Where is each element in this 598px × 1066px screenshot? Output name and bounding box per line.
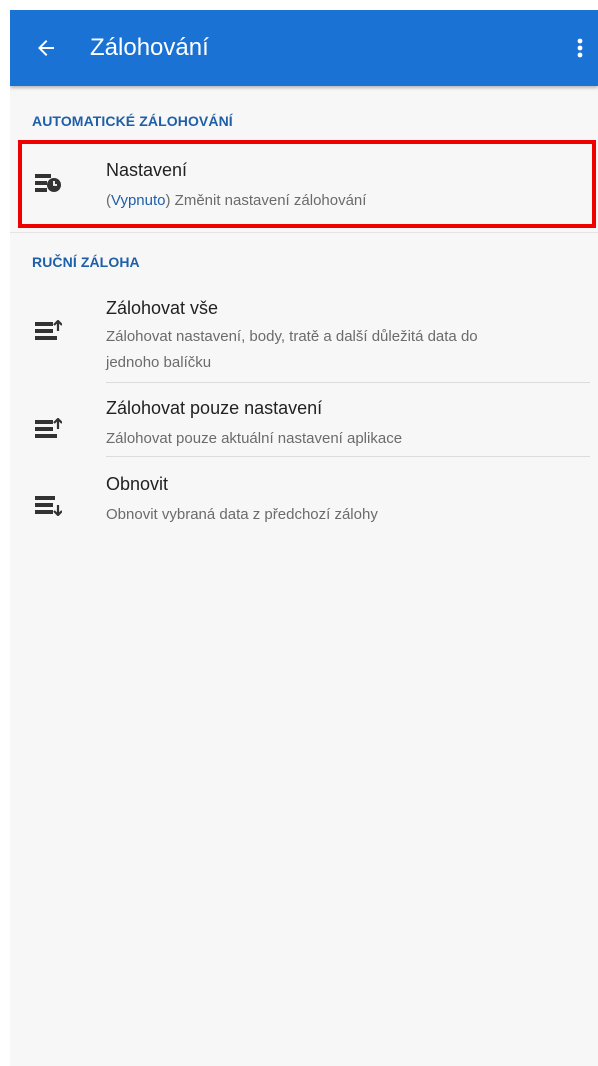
backup-all-title: Zálohovat vše xyxy=(106,298,219,318)
list-divider xyxy=(106,456,590,457)
backup-all-subtitle-line1: Zálohovat nastavení, body, tratě a další… xyxy=(106,328,478,345)
section-divider xyxy=(10,232,598,233)
backup-all-item[interactable]: Zálohovat vše Zálohovat nastavení, body,… xyxy=(10,292,598,382)
list-divider xyxy=(106,382,590,383)
backup-all-subtitle-line2: jednoho balíčku xyxy=(106,354,212,371)
backup-list-icon xyxy=(35,320,62,340)
restore-subtitle: Obnovit vybraná data z předchozí zálohy xyxy=(106,506,378,523)
section-header-auto-backup: AUTOMATICKÉ ZÁLOHOVÁNÍ xyxy=(32,113,233,129)
app-bar: Zálohování xyxy=(10,10,598,86)
restore-title: Obnovit xyxy=(106,474,169,494)
section-header-manual-backup: RUČNÍ ZÁLOHA xyxy=(32,254,140,270)
highlight-box xyxy=(18,140,596,228)
restore-list-icon xyxy=(35,496,62,516)
restore-item[interactable]: Obnovit Obnovit vybraná data z předchozí… xyxy=(10,472,598,534)
backup-settings-only-title: Zálohovat pouze nastavení xyxy=(106,398,323,418)
overflow-menu-button[interactable] xyxy=(566,32,594,64)
more-vert-icon xyxy=(577,38,583,58)
backup-settings-only-subtitle: Zálohovat pouze aktuální nastavení aplik… xyxy=(106,430,403,447)
arrow-back-icon xyxy=(38,40,54,56)
backup-list-icon xyxy=(35,418,62,438)
back-button[interactable] xyxy=(28,30,64,66)
page-title: Zálohování xyxy=(90,34,209,61)
backup-screen: Zálohování AUTOMATICKÉ ZÁLOHOVÁNÍ Nastav… xyxy=(10,10,598,1066)
backup-settings-only-item[interactable]: Zálohovat pouze nastavení Zálohovat pouz… xyxy=(10,396,598,456)
